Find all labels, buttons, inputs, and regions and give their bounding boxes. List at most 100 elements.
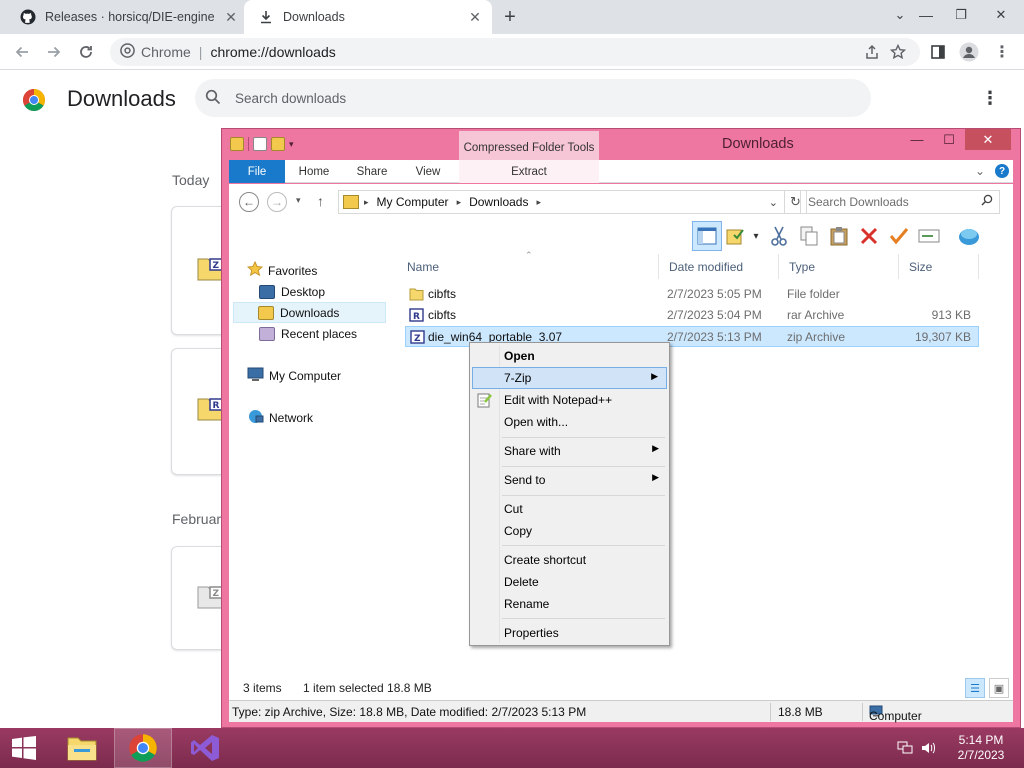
taskbar-chrome[interactable] [114,728,172,768]
menu-item-create-shortcut[interactable]: Create shortcut [472,549,667,571]
menu-item-properties[interactable]: Properties [472,622,667,644]
help-icon[interactable]: ? [995,164,1009,178]
paste-clipboard-icon[interactable] [824,221,854,251]
menu-item-rename[interactable]: Rename [472,593,667,615]
menu-item-delete[interactable]: Delete [472,571,667,593]
properties-icon[interactable] [253,137,267,151]
shell-globe-icon[interactable] [954,221,984,251]
ribbon-expand-chevron-icon[interactable]: ⌄ [975,164,985,178]
tab-downloads[interactable]: Downloads ✕ [244,0,492,34]
submenu-arrow-icon: ▶ [652,472,659,482]
menu-item-share-with[interactable]: Share with ▶ [472,440,667,462]
back-icon[interactable] [8,38,36,66]
tab-extract[interactable]: Extract [459,160,599,183]
cut-scissors-icon[interactable] [764,221,794,251]
column-header-type[interactable]: Type [779,254,899,279]
properties-check-icon[interactable] [722,221,748,251]
back-arrow-icon[interactable]: ← [239,192,259,212]
menu-item-edit-notepad[interactable]: Edit with Notepad++ [472,389,667,411]
clock-time: 5:14 PM [958,733,1004,747]
minimize-icon[interactable]: — [902,129,932,150]
chrome-menu-icon[interactable]: ⋮ [988,38,1016,66]
tab-view[interactable]: View [405,160,451,183]
tab-home[interactable]: Home [291,160,337,183]
restore-window-icon[interactable]: ❐ [945,0,977,30]
taskbar-visual-studio[interactable] [176,728,234,768]
downloads-folder-icon [258,305,274,320]
up-arrow-icon[interactable]: ↑ [317,193,324,209]
nav-favorites[interactable]: Favorites [246,260,318,281]
omnibox[interactable]: Chrome | chrome://downloads [110,38,920,66]
checkmark-icon[interactable] [884,221,914,251]
tab-releases[interactable]: Releases · horsicq/DIE-engine ✕ [8,0,248,34]
minimize-window-icon[interactable]: — [910,0,942,30]
maximize-icon[interactable]: ☐ [934,129,964,150]
section-february: Februar [172,511,222,527]
folder-properties-icon[interactable] [230,137,244,151]
large-icons-view-icon[interactable]: ▣ [989,678,1009,698]
file-row[interactable]: R cibfts 2/7/2023 5:04 PM rar Archive 91… [405,305,979,326]
recent-locations-icon[interactable]: ▾ [296,195,301,206]
file-row[interactable]: cibfts 2/7/2023 5:05 PM File folder [405,284,979,305]
network-tray-icon[interactable] [897,728,913,768]
bookmark-star-icon[interactable] [884,38,912,66]
clock-date: 2/7/2023 [957,748,1005,762]
side-panel-icon[interactable] [924,38,952,66]
column-header-date[interactable]: Date modified [659,254,779,279]
start-button[interactable] [0,728,48,768]
search-downloads-input[interactable]: Search downloads [195,79,871,117]
delete-x-icon[interactable] [854,221,884,251]
profile-avatar-icon[interactable] [955,38,983,66]
copy-icon[interactable] [794,221,824,251]
nav-recent-places[interactable]: Recent places [259,323,357,344]
menu-item-copy[interactable]: Copy [472,520,667,542]
menu-item-7zip[interactable]: 7-Zip ▶ [472,367,667,389]
nav-downloads[interactable]: Downloads [233,302,386,323]
address-bar[interactable]: ▸ My Computer ▸ Downloads ▸ ⌄ [338,190,785,214]
tab-close-icon[interactable]: ✕ [220,6,242,28]
qa-dropdown-icon[interactable]: ▾ [289,139,294,150]
file-date: 2/7/2023 5:04 PM [667,308,762,322]
volume-tray-icon[interactable] [921,728,937,768]
reload-icon[interactable] [72,38,100,66]
menu-item-send-to[interactable]: Send to ▶ [472,469,667,491]
rename-field-icon[interactable] [914,221,944,251]
file-size: 19,307 KB [914,330,971,344]
nav-favorites-label: Favorites [268,263,318,278]
layout-pane-icon[interactable] [692,221,722,251]
chrome-tab-bar: Releases · horsicq/DIE-engine ✕ Download… [0,0,1024,34]
close-icon[interactable]: ✕ [965,129,1011,150]
breadcrumb-downloads[interactable]: Downloads [469,195,528,209]
search-placeholder: Search downloads [235,90,347,106]
menu-item-open[interactable]: Open [472,345,667,367]
nav-network[interactable]: Network [247,407,313,428]
details-view-icon[interactable]: ☰ [965,678,985,698]
tab-share[interactable]: Share [349,160,395,183]
forward-arrow-icon[interactable]: → [267,192,287,212]
menu-item-cut[interactable]: Cut [472,498,667,520]
taskbar-clock[interactable]: 5:14 PM 2/7/2023 [946,733,1016,763]
explorer-title-bar[interactable]: ▾ Compressed Folder Tools Downloads — ☐ … [222,129,1020,165]
new-tab-button[interactable]: + [498,5,522,29]
tab-close-icon[interactable]: ✕ [464,6,486,28]
new-folder-icon[interactable] [271,137,285,151]
menu-item-open-with[interactable]: Open with... [472,411,667,433]
menu-label: Rename [504,597,550,611]
shell-extension-toolbar: ▾ [692,221,1012,251]
search-downloads-field[interactable]: Search Downloads [800,190,1000,214]
column-header-size[interactable]: Size [899,254,979,279]
address-dropdown-icon[interactable]: ⌄ [769,196,778,209]
close-window-icon[interactable]: ✕ [985,0,1017,30]
tab-file[interactable]: File [229,160,285,183]
menu-label: Cut [504,502,523,516]
forward-icon[interactable] [40,38,68,66]
taskbar-file-explorer[interactable] [53,728,111,768]
breadcrumb-my-computer[interactable]: My Computer [377,195,449,209]
file-type: rar Archive [787,308,845,322]
nav-my-computer[interactable]: My Computer [247,365,341,386]
chrome-site-icon [120,43,135,61]
downloads-more-icon[interactable]: ⋮ [978,88,1002,112]
nav-desktop[interactable]: Desktop [259,281,325,302]
share-icon[interactable] [858,38,886,66]
dropdown-arrow-icon[interactable]: ▾ [748,221,764,251]
